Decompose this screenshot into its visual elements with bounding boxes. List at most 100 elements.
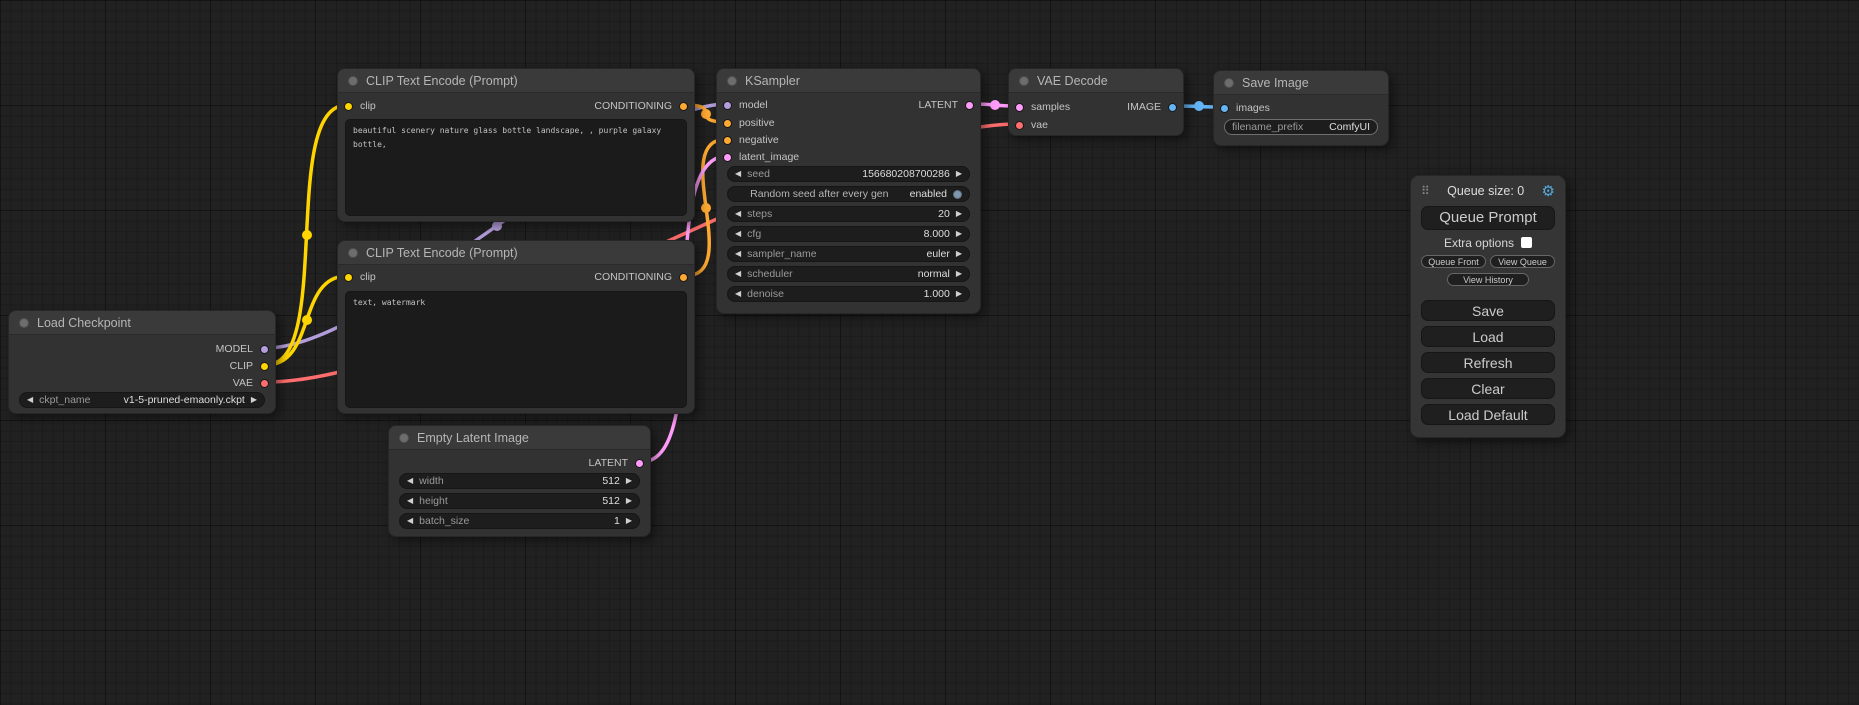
input-slot-vae[interactable]: vae	[1015, 118, 1048, 132]
output-slot-conditioning[interactable]: CONDITIONING	[594, 99, 688, 113]
output-dot-vae[interactable]	[260, 379, 269, 388]
prompt-textarea[interactable]: text, watermark	[345, 291, 687, 408]
node-empty-latent-image[interactable]: Empty Latent Image LATENT ◀ width 512 ▶ …	[388, 425, 651, 537]
output-slot-clip[interactable]: CLIP	[230, 359, 269, 373]
input-dot-negative[interactable]	[723, 136, 732, 145]
input-slot-clip[interactable]: clip	[344, 270, 376, 284]
steps-widget[interactable]: ◀ steps 20 ▶	[727, 206, 970, 222]
settings-gear-icon[interactable]: ⚙	[1542, 184, 1555, 199]
arrow-left-icon[interactable]: ◀	[735, 167, 741, 181]
arrow-left-icon[interactable]: ◀	[407, 494, 413, 508]
output-slot-image[interactable]: IMAGE	[1127, 100, 1177, 114]
node-titlebar[interactable]: VAE Decode	[1009, 69, 1183, 93]
filename-prefix-widget[interactable]: filename_prefix ComfyUI	[1224, 119, 1378, 135]
node-graph-canvas[interactable]: Load Checkpoint MODEL CLIP VAE ◀ ckpt_na…	[0, 0, 1859, 705]
arrow-right-icon[interactable]: ▶	[956, 287, 962, 301]
arrow-left-icon[interactable]: ◀	[27, 393, 33, 407]
cfg-widget[interactable]: ◀ cfg 8.000 ▶	[727, 226, 970, 242]
output-slot-model[interactable]: MODEL	[216, 342, 269, 356]
batch-size-widget[interactable]: ◀ batch_size 1 ▶	[399, 513, 640, 529]
input-slot-negative[interactable]: negative	[723, 133, 779, 147]
arrow-left-icon[interactable]: ◀	[735, 287, 741, 301]
node-save-image[interactable]: Save Image images filename_prefix ComfyU…	[1213, 70, 1389, 146]
node-titlebar[interactable]: KSampler	[717, 69, 980, 93]
prompt-textarea[interactable]: beautiful scenery nature glass bottle la…	[345, 119, 687, 216]
view-history-button[interactable]: View History	[1447, 273, 1529, 286]
node-titlebar[interactable]: Empty Latent Image	[389, 426, 650, 450]
output-slot-latent[interactable]: LATENT	[589, 456, 644, 470]
random-seed-widget[interactable]: Random seed after every gen enabled	[727, 186, 970, 202]
input-slot-images[interactable]: images	[1220, 101, 1270, 115]
arrow-left-icon[interactable]: ◀	[407, 474, 413, 488]
node-titlebar[interactable]: CLIP Text Encode (Prompt)	[338, 69, 694, 93]
toggle-indicator-icon[interactable]	[953, 190, 962, 199]
node-clip-text-encode-negative[interactable]: CLIP Text Encode (Prompt) clip CONDITION…	[337, 240, 695, 414]
queue-menu-panel[interactable]: ⠿ Queue size: 0 ⚙ Queue Prompt Extra opt…	[1410, 175, 1566, 438]
height-widget[interactable]: ◀ height 512 ▶	[399, 493, 640, 509]
queue-prompt-button[interactable]: Queue Prompt	[1421, 206, 1555, 230]
output-slot-latent[interactable]: LATENT	[919, 98, 974, 112]
refresh-button[interactable]: Refresh	[1421, 352, 1555, 373]
arrow-right-icon[interactable]: ▶	[956, 227, 962, 241]
input-dot-latent-image[interactable]	[723, 153, 732, 162]
output-dot-conditioning[interactable]	[679, 102, 688, 111]
arrow-right-icon[interactable]: ▶	[956, 247, 962, 261]
width-widget[interactable]: ◀ width 512 ▶	[399, 473, 640, 489]
input-dot-positive[interactable]	[723, 119, 732, 128]
denoise-widget[interactable]: ◀ denoise 1.000 ▶	[727, 286, 970, 302]
output-dot-latent[interactable]	[635, 459, 644, 468]
node-ksampler[interactable]: KSampler model positive negative latent_…	[716, 68, 981, 314]
collapse-dot-icon[interactable]	[348, 248, 358, 258]
arrow-right-icon[interactable]: ▶	[956, 267, 962, 281]
collapse-dot-icon[interactable]	[348, 76, 358, 86]
input-slot-latent-image[interactable]: latent_image	[723, 150, 799, 164]
node-vae-decode[interactable]: VAE Decode samples vae IMAGE	[1008, 68, 1184, 136]
arrow-right-icon[interactable]: ▶	[626, 494, 632, 508]
input-slot-samples[interactable]: samples	[1015, 100, 1070, 114]
node-titlebar[interactable]: CLIP Text Encode (Prompt)	[338, 241, 694, 265]
load-default-button[interactable]: Load Default	[1421, 404, 1555, 425]
output-dot-model[interactable]	[260, 345, 269, 354]
collapse-dot-icon[interactable]	[19, 318, 29, 328]
seed-widget[interactable]: ◀ seed 156680208700286 ▶	[727, 166, 970, 182]
arrow-left-icon[interactable]: ◀	[735, 207, 741, 221]
output-dot-clip[interactable]	[260, 362, 269, 371]
collapse-dot-icon[interactable]	[399, 433, 409, 443]
output-dot-latent[interactable]	[965, 101, 974, 110]
ckpt-name-widget[interactable]: ◀ ckpt_name v1-5-pruned-emaonly.ckpt ▶	[19, 392, 265, 408]
arrow-right-icon[interactable]: ▶	[956, 167, 962, 181]
node-load-checkpoint[interactable]: Load Checkpoint MODEL CLIP VAE ◀ ckpt_na…	[8, 310, 276, 414]
view-queue-button[interactable]: View Queue	[1490, 255, 1555, 268]
arrow-left-icon[interactable]: ◀	[735, 267, 741, 281]
load-button[interactable]: Load	[1421, 326, 1555, 347]
arrow-right-icon[interactable]: ▶	[956, 207, 962, 221]
node-titlebar[interactable]: Save Image	[1214, 71, 1388, 95]
collapse-dot-icon[interactable]	[1019, 76, 1029, 86]
arrow-right-icon[interactable]: ▶	[626, 474, 632, 488]
output-slot-conditioning[interactable]: CONDITIONING	[594, 270, 688, 284]
node-clip-text-encode-positive[interactable]: CLIP Text Encode (Prompt) clip CONDITION…	[337, 68, 695, 222]
input-slot-positive[interactable]: positive	[723, 116, 775, 130]
clear-button[interactable]: Clear	[1421, 378, 1555, 399]
sampler-name-widget[interactable]: ◀ sampler_name euler ▶	[727, 246, 970, 262]
input-dot-model[interactable]	[723, 101, 732, 110]
input-dot-images[interactable]	[1220, 104, 1229, 113]
arrow-left-icon[interactable]: ◀	[735, 247, 741, 261]
node-titlebar[interactable]: Load Checkpoint	[9, 311, 275, 335]
input-dot-clip[interactable]	[344, 102, 353, 111]
input-dot-vae[interactable]	[1015, 121, 1024, 130]
arrow-right-icon[interactable]: ▶	[626, 514, 632, 528]
output-slot-vae[interactable]: VAE	[233, 376, 269, 390]
output-dot-conditioning[interactable]	[679, 273, 688, 282]
collapse-dot-icon[interactable]	[727, 76, 737, 86]
drag-handle-icon[interactable]: ⠿	[1421, 184, 1430, 198]
input-slot-model[interactable]: model	[723, 98, 768, 112]
arrow-right-icon[interactable]: ▶	[251, 393, 257, 407]
arrow-left-icon[interactable]: ◀	[735, 227, 741, 241]
save-button[interactable]: Save	[1421, 300, 1555, 321]
extra-options-checkbox[interactable]	[1521, 237, 1532, 248]
input-slot-clip[interactable]: clip	[344, 99, 376, 113]
output-dot-image[interactable]	[1168, 103, 1177, 112]
arrow-left-icon[interactable]: ◀	[407, 514, 413, 528]
input-dot-clip[interactable]	[344, 273, 353, 282]
